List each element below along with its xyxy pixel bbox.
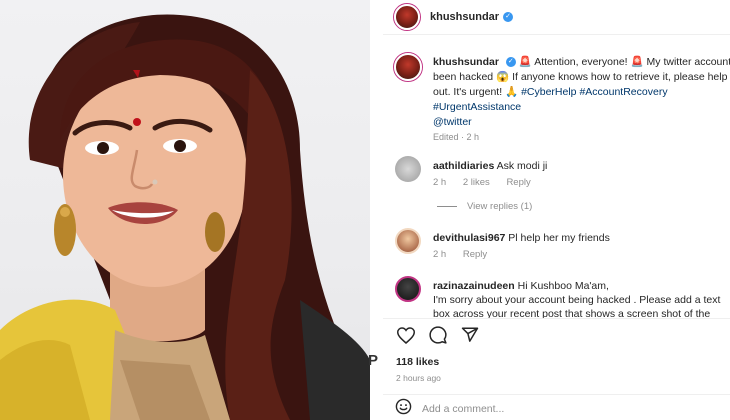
caption-attention: Attention, everyone! [534,56,628,68]
comment-text: devithulasi967 Pl help her my friends [433,231,730,245]
add-comment-bar: Add a comment... [383,398,730,420]
comment-username[interactable]: razinazainudeen [433,280,515,292]
comment-username[interactable]: devithulasi967 [433,232,505,244]
comment-text: razinazainudeen Hi Kushboo Ma'am, I'm so… [433,279,730,321]
caption-avatar[interactable] [393,52,423,82]
reply-button[interactable]: Reply [463,249,487,260]
emoji-smiley-icon[interactable] [395,398,412,420]
watermark-text: P [368,352,379,369]
caption-edited-time: Edited · 2 h [433,132,480,142]
comment-meta: 2 h Reply [433,249,501,260]
post-actions [395,324,491,346]
share-paper-plane-icon[interactable] [459,324,481,346]
actions-divider [383,318,730,319]
comment-time: 2 h [433,177,447,188]
mention-twitter[interactable]: @twitter [433,116,472,128]
reply-button[interactable]: Reply [506,177,530,188]
portrait-illustration [0,14,370,420]
comment-avatar[interactable] [395,276,421,302]
verified-badge-icon: ✓ [503,12,514,22]
view-replies-button[interactable]: View replies (1) [437,201,532,212]
avatar-icon [394,53,422,81]
scream-emoji-icon: 😱 [496,71,510,83]
like-heart-icon[interactable] [395,324,417,346]
post-photo [0,0,370,420]
siren-emoji-icon: 🚨 [518,56,532,68]
caption-username[interactable]: khushsundar [433,56,499,68]
footer-divider [383,394,730,395]
add-comment-input[interactable]: Add a comment... [422,403,504,415]
likes-count[interactable]: 118 likes [396,356,439,368]
post-username[interactable]: khushsundar [430,11,499,23]
comment-text: aathildiaries Ask modi ji [433,159,730,173]
replies-line [437,205,457,207]
comment-body: Pl help her my friends [508,232,610,244]
view-replies-label: View replies (1) [467,201,533,212]
comment-avatar[interactable] [395,156,421,182]
header-divider [383,34,730,35]
comment-body-continued: I'm sorry about your account being hacke… [433,294,721,320]
siren-emoji-icon: 🚨 [630,56,644,68]
avatar-icon [394,4,420,30]
pray-emoji-icon: 🙏 [505,86,519,98]
hashtag-cyberhelp[interactable]: #CyberHelp [521,86,576,98]
profile-avatar[interactable] [393,3,421,31]
post-header: khushsundar ✓ [383,0,730,34]
caption-text: khushsundar ✓ 🚨 Attention, everyone! 🚨 M… [433,55,730,145]
verified-badge-icon: ✓ [505,57,516,68]
comment-body: Hi Kushboo Ma'am, [517,280,609,292]
hashtag-accountrecovery[interactable]: #AccountRecovery [579,86,667,98]
post-time-ago: 2 hours ago [396,373,441,383]
instagram-post-panel: khushsundar ✓ khushsundar ✓ 🚨 Attention,… [383,0,730,420]
comment-bubble-icon[interactable] [427,324,449,346]
comment-likes[interactable]: 2 likes [463,177,490,188]
comment-time: 2 h [433,249,447,260]
hashtag-urgentassistance[interactable]: #UrgentAssistance [433,101,521,113]
comment-username[interactable]: aathildiaries [433,160,494,172]
comment-body: Ask modi ji [496,160,548,172]
comment-avatar[interactable] [395,228,421,254]
comment-meta: 2 h 2 likes Reply [433,177,545,188]
